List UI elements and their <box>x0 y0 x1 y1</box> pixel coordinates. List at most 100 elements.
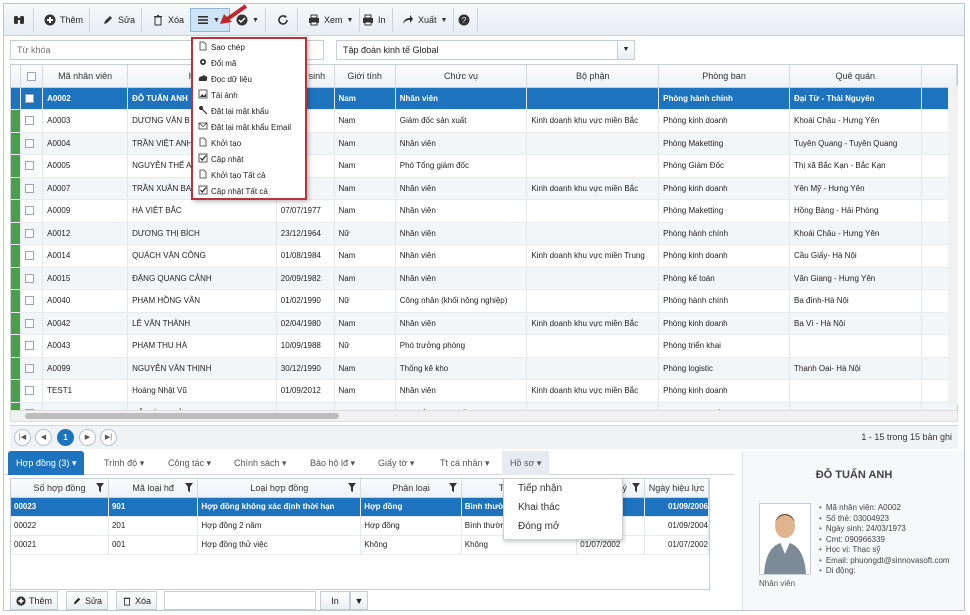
row-checkbox[interactable] <box>25 93 35 103</box>
popup-item[interactable]: Tiếp nhận <box>504 479 622 498</box>
column-header[interactable]: Phân loại <box>360 479 462 498</box>
delete-button[interactable]: Xóa <box>146 8 192 32</box>
row-checkbox-cell[interactable] <box>20 267 44 290</box>
row-checkbox[interactable] <box>25 273 35 283</box>
detail-text-input[interactable] <box>164 591 316 610</box>
tab-7[interactable]: Hồ sơ ▾ <box>502 451 550 475</box>
menu-item[interactable]: Đọc dữ liệu <box>193 71 305 87</box>
row-checkbox[interactable] <box>25 138 35 148</box>
table-row[interactable]: A0099 NGUYỄN VĂN THỊNH 30/12/1990 Nam Thống … <box>11 357 957 380</box>
detail-print-button[interactable]: In <box>320 591 350 610</box>
menu-item[interactable]: Đổi mã <box>193 55 305 71</box>
row-checkbox[interactable] <box>25 341 35 351</box>
select-all-header[interactable] <box>20 65 44 88</box>
column-header[interactable]: Chức vụ <box>395 65 528 88</box>
row-checkbox-cell[interactable] <box>20 132 44 155</box>
row-checkbox-cell[interactable] <box>20 154 44 178</box>
detail-edit-button[interactable]: Sửa <box>66 591 109 610</box>
row-checkbox-cell[interactable] <box>20 109 44 133</box>
view-button[interactable]: Xem ▼ <box>302 8 361 32</box>
horizontal-scrollbar[interactable] <box>10 410 958 422</box>
organization-dropdown-button[interactable]: ▼ <box>617 40 635 60</box>
row-checkbox-cell[interactable] <box>20 289 44 313</box>
table-row[interactable]: A0005NGUYỄN THẾ A983NamPhó Tổng giám đốc… <box>11 154 957 178</box>
row-checkbox[interactable] <box>25 318 35 328</box>
tab-0[interactable]: Hợp đồng (3) ▾ <box>8 451 85 475</box>
select-all-checkbox[interactable] <box>27 71 37 81</box>
column-header[interactable]: Quê quán <box>789 65 922 88</box>
table-row[interactable]: A0040 PHẠM HỒNG VÂN 01/02/1990 Nữ Công nhân … <box>11 289 957 313</box>
menu-item[interactable]: Khởi tạo <box>193 135 305 151</box>
row-checkbox[interactable] <box>25 206 35 216</box>
column-header[interactable]: Mã loại hđ <box>108 479 199 498</box>
next-page-button[interactable]: ▶ <box>79 429 96 446</box>
table-row[interactable]: A0007TRẦN XUÂN BA987NamNhân viênKinh doa… <box>11 177 957 200</box>
popup-item[interactable]: Đóng mở <box>504 517 622 536</box>
row-checkbox-cell[interactable] <box>20 244 44 268</box>
table-row[interactable]: A0003DƯƠNG VĂN B988NamGiám đốc sản xuấtK… <box>11 109 957 133</box>
refresh-button[interactable] <box>268 8 298 32</box>
tab-3[interactable]: Chính sách ▾ <box>226 451 295 475</box>
menu-item[interactable]: Cập nhật <box>193 151 305 167</box>
table-row[interactable]: A0009 HÀ VIỆT BẮC 07/07/1977 Nam Nhân viên Ph… <box>11 199 957 223</box>
menu-item[interactable]: Sao chép <box>193 39 305 55</box>
row-checkbox[interactable] <box>25 116 35 126</box>
menu-item[interactable]: Cập nhật Tất cả <box>193 183 305 199</box>
row-checkbox[interactable] <box>25 251 35 261</box>
column-header[interactable]: Phòng ban <box>658 65 790 88</box>
menu-item[interactable]: Đặt lại mật khẩu Email <box>193 119 305 135</box>
column-header[interactable]: Số hợp đồng <box>11 479 109 498</box>
table-row[interactable]: A0043 PHẠM THU HÀ 10/09/1988 Nữ Phó trưởng p… <box>11 334 957 358</box>
table-row[interactable]: A0012 DƯƠNG THỊ BÍCH 23/12/1964 Nữ Nhân viên… <box>11 222 957 245</box>
tab-6[interactable]: Tt cá nhân ▾ <box>432 451 498 475</box>
row-checkbox-cell[interactable] <box>20 199 44 223</box>
prev-page-button[interactable]: ◀ <box>35 429 52 446</box>
row-checkbox[interactable] <box>25 228 35 238</box>
row-checkbox-cell[interactable] <box>20 379 44 403</box>
filter-icon[interactable] <box>448 483 457 492</box>
add-button[interactable]: Thêm <box>38 8 91 32</box>
row-checkbox[interactable] <box>25 183 35 193</box>
binoculars-button[interactable] <box>4 8 34 32</box>
menu-item[interactable]: Khởi tạo Tất cả <box>193 167 305 183</box>
filter-icon[interactable] <box>632 483 641 492</box>
help-button[interactable]: ? <box>450 8 478 32</box>
menu-item[interactable]: Đặt lại mật khẩu <box>193 103 305 119</box>
print-dropdown-button[interactable]: ▼ <box>350 591 368 610</box>
column-header[interactable]: Mã nhân viên <box>42 65 129 88</box>
table-row[interactable]: A0002ĐỖ TUẤN ANH973NamNhân viênPhòng hàn… <box>11 87 957 110</box>
menu-item[interactable]: Tải ảnh <box>193 87 305 103</box>
row-checkbox-cell[interactable] <box>20 87 44 110</box>
table-row[interactable]: A0015 ĐẶNG QUANG CẢNH 20/09/1982 Nam Nhân vi… <box>11 267 957 290</box>
detail-add-button[interactable]: Thêm <box>10 591 59 610</box>
column-header[interactable]: Loại hợp đồng <box>197 479 362 498</box>
row-checkbox[interactable] <box>25 363 35 373</box>
organization-select[interactable]: Tập đoàn kinh tế Global <box>336 40 618 60</box>
row-checkbox-cell[interactable] <box>20 334 44 358</box>
tab-2[interactable]: Công tác ▾ <box>160 451 219 475</box>
table-row[interactable]: TEST1 Hoàng Nhật Vũ 01/09/2012 Nam Nhân viên… <box>11 379 957 403</box>
tab-4[interactable]: Bảo hộ lđ ▾ <box>302 451 363 475</box>
column-header[interactable]: Bộ phận <box>526 65 660 88</box>
last-page-button[interactable]: ▶| <box>100 429 117 446</box>
detail-delete-button[interactable]: Xóa <box>116 591 158 610</box>
row-checkbox-cell[interactable] <box>20 312 44 335</box>
tab-1[interactable]: Trình độ ▾ <box>96 451 152 475</box>
tab-5[interactable]: Giấy tờ ▾ <box>370 451 422 475</box>
row-checkbox-cell[interactable] <box>20 357 44 380</box>
filter-icon[interactable] <box>185 483 194 492</box>
filter-icon[interactable] <box>348 483 357 492</box>
column-header[interactable]: Ngày hiệu lực <box>644 479 709 498</box>
export-button[interactable]: Xuất ▼ <box>396 8 455 32</box>
print-button[interactable]: In <box>356 8 393 32</box>
filter-icon[interactable] <box>95 483 104 492</box>
column-header[interactable]: Giới tính <box>334 65 396 88</box>
row-checkbox-cell[interactable] <box>20 177 44 200</box>
edit-button[interactable]: Sửa <box>96 8 143 32</box>
row-checkbox[interactable] <box>25 161 35 171</box>
table-row[interactable]: A0014 QUÁCH VĂN CÔNG 01/08/1984 Nam Nhân viê… <box>11 244 957 268</box>
current-page-button[interactable]: 1 <box>57 429 74 446</box>
row-checkbox-cell[interactable] <box>20 222 44 245</box>
table-row[interactable]: A0042 LÊ VĂN THÀNH 02/04/1980 Nam Nhân viên K… <box>11 312 957 335</box>
vertical-scrollbar[interactable] <box>948 86 958 406</box>
